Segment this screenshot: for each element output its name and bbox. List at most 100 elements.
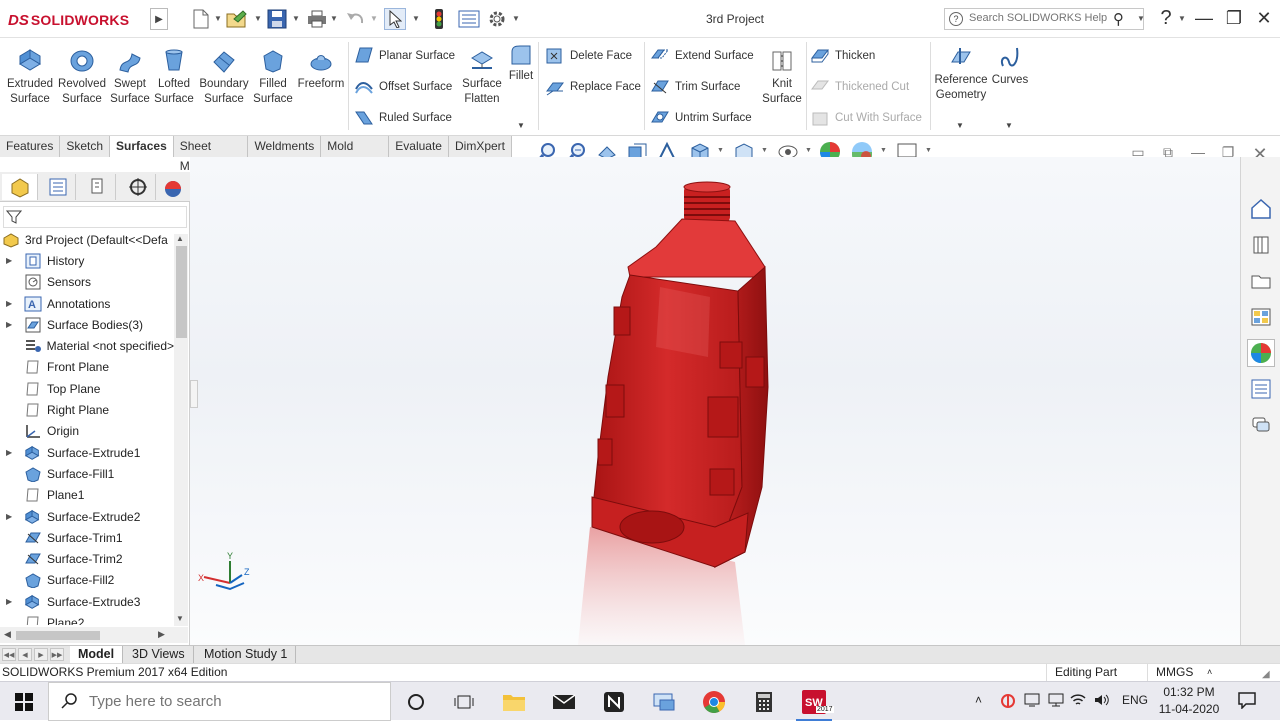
help-caret-icon[interactable]: ▼ [1178, 14, 1186, 23]
view-palette-icon[interactable] [1247, 303, 1275, 331]
freeform-button[interactable]: Freeform [296, 48, 346, 92]
help-search-input[interactable] [969, 12, 1109, 24]
system-clock[interactable]: 01:32 PM 11-04-2020 [1150, 684, 1228, 718]
tree-horizontal-scroll-thumb[interactable] [16, 631, 100, 640]
surface-flatten-button[interactable]: Surface Flatten [458, 48, 506, 107]
tree-item-surface-extrude3[interactable]: ▶ Surface-Extrude3 [0, 591, 174, 612]
file-properties-icon[interactable] [458, 8, 480, 30]
tray-notification-icon[interactable] [1024, 693, 1040, 710]
graphics-area[interactable]: X Y Z [190, 157, 1240, 645]
tab-first-arrow-icon[interactable]: ◀◀ [2, 648, 16, 661]
boundary-surface-button[interactable]: Boundary Surface [196, 48, 252, 107]
extruded-surface-button[interactable]: Extruded Surface [4, 48, 56, 107]
fillet-button[interactable]: Fillet [506, 44, 536, 84]
units-caret-icon[interactable]: ˄ [1207, 664, 1212, 681]
help-icon[interactable]: ? [1152, 6, 1180, 32]
tab-features[interactable]: Features [0, 136, 61, 157]
tab-dimxpert[interactable]: DimXpert [448, 136, 512, 157]
thickened-cut-button[interactable]: Thickened Cut [810, 76, 909, 98]
notion-app-icon[interactable] [590, 682, 638, 721]
rebuild-traffic-light-icon[interactable] [428, 8, 450, 30]
cortana-circle-icon[interactable] [392, 682, 440, 721]
revolved-surface-button[interactable]: Revolved Surface [56, 48, 108, 107]
fillet-caret-icon[interactable]: ▼ [517, 121, 525, 130]
help-search-box[interactable]: ? ⚲ [944, 8, 1144, 30]
taskbar-search-box[interactable] [48, 682, 391, 721]
untrim-surface-button[interactable]: Untrim Surface [650, 107, 752, 129]
search-caret-icon[interactable]: ▼ [1137, 14, 1145, 23]
show-hidden-icons-icon[interactable]: ˄ [975, 693, 982, 707]
save-icon[interactable] [266, 8, 288, 30]
tree-filter-box[interactable] [3, 206, 187, 228]
close-window-button[interactable]: ✕ [1250, 6, 1278, 32]
tab-last-arrow-icon[interactable]: ▶▶ [50, 648, 64, 661]
windows-start-button[interactable] [0, 682, 48, 721]
tab-surfaces[interactable]: Surfaces [110, 136, 174, 157]
undo-icon[interactable] [344, 8, 366, 30]
print-icon[interactable] [306, 8, 328, 30]
tree-item-front-plane[interactable]: Front Plane [0, 357, 174, 378]
chrome-app-icon[interactable] [690, 682, 738, 721]
task-view-icon[interactable] [440, 682, 488, 721]
apply-scene-caret-icon[interactable]: ▼ [880, 147, 887, 154]
replace-face-button[interactable]: Replace Face [545, 76, 641, 98]
tree-item-origin[interactable]: Origin [0, 421, 174, 442]
curves-caret-icon[interactable]: ▼ [1005, 121, 1013, 130]
print-caret-icon[interactable]: ▼ [330, 14, 338, 23]
hide-show-caret-icon[interactable]: ▼ [805, 147, 812, 154]
scroll-right-arrow-icon[interactable]: ▶ [158, 629, 165, 640]
tab-evaluate[interactable]: Evaluate [389, 136, 449, 157]
open-caret-icon[interactable]: ▼ [254, 14, 262, 23]
offset-surface-button[interactable]: Offset Surface [354, 76, 452, 98]
tree-item-right-plane[interactable]: Right Plane [0, 399, 174, 420]
custom-properties-icon[interactable] [1247, 375, 1275, 403]
tab-motion-study-1[interactable]: Motion Study 1 [196, 646, 297, 664]
solidworks-resources-icon[interactable] [1247, 195, 1275, 223]
options-gear-icon[interactable] [486, 8, 508, 30]
solidworks-logo[interactable]: DS SOLIDWORKS [8, 9, 129, 31]
knit-surface-button[interactable]: Knit Surface [760, 48, 804, 107]
tab-model[interactable]: Model [70, 646, 124, 664]
tab-prev-arrow-icon[interactable]: ◀ [18, 648, 32, 661]
tree-item-surface-bodies-3[interactable]: ▶ Surface Bodies(3) [0, 314, 174, 335]
extend-surface-button[interactable]: Extend Surface [650, 45, 754, 67]
bottle-model-view[interactable]: X Y Z [190, 157, 1240, 645]
file-explorer-app-icon[interactable] [490, 682, 538, 721]
tree-item-surface-fill2[interactable]: Surface-Fill2 [0, 570, 174, 591]
save-caret-icon[interactable]: ▼ [292, 14, 300, 23]
tab-sketch[interactable]: Sketch [60, 136, 111, 157]
expand-arrow-icon[interactable]: ▶ [6, 320, 16, 329]
search-icon[interactable]: ⚲ [1113, 10, 1124, 28]
tab-3d-views[interactable]: 3D Views [124, 646, 194, 664]
scroll-left-arrow-icon[interactable]: ◀ [4, 629, 11, 640]
menu-expand-button[interactable]: ▶ [150, 8, 168, 30]
new-document-icon[interactable] [190, 8, 212, 30]
scroll-up-arrow-icon[interactable]: ▲ [176, 234, 184, 243]
select-pointer-icon[interactable] [384, 8, 406, 30]
tree-item-surface-extrude1[interactable]: ▶ Surface-Extrude1 [0, 442, 174, 463]
tab-weldments[interactable]: Weldments [248, 136, 322, 157]
action-center-icon[interactable] [1238, 691, 1256, 712]
thicken-button[interactable]: Thicken [810, 45, 875, 67]
planar-surface-button[interactable]: Planar Surface [354, 45, 455, 67]
tree-item-material-not-specified[interactable]: Material <not specified> [0, 335, 174, 356]
expand-arrow-icon[interactable]: ▶ [6, 512, 16, 521]
view-orientation-caret-icon[interactable]: ▼ [717, 147, 724, 154]
forum-icon[interactable] [1247, 411, 1275, 439]
tree-item-top-plane[interactable]: Top Plane [0, 378, 174, 399]
delete-face-button[interactable]: Delete Face [545, 45, 632, 67]
lofted-surface-button[interactable]: Lofted Surface [152, 48, 196, 107]
design-library-icon[interactable] [1247, 231, 1275, 259]
undo-caret-icon[interactable]: ▼ [370, 14, 378, 23]
volume-icon[interactable] [1094, 693, 1110, 710]
connect-app-icon[interactable] [640, 682, 688, 721]
calculator-app-icon[interactable] [740, 682, 788, 721]
taskbar-search-input[interactable] [89, 693, 369, 710]
tree-item-history[interactable]: ▶ History [0, 250, 174, 271]
scroll-down-arrow-icon[interactable]: ▼ [176, 614, 184, 623]
tree-item-plane1[interactable]: Plane1 [0, 485, 174, 506]
appearances-scenes-icon[interactable] [1247, 339, 1275, 367]
minimize-window-button[interactable]: — [1190, 6, 1218, 32]
tray-app-icon[interactable] [1000, 693, 1016, 712]
reference-geometry-button[interactable]: Reference Geometry [934, 44, 988, 103]
